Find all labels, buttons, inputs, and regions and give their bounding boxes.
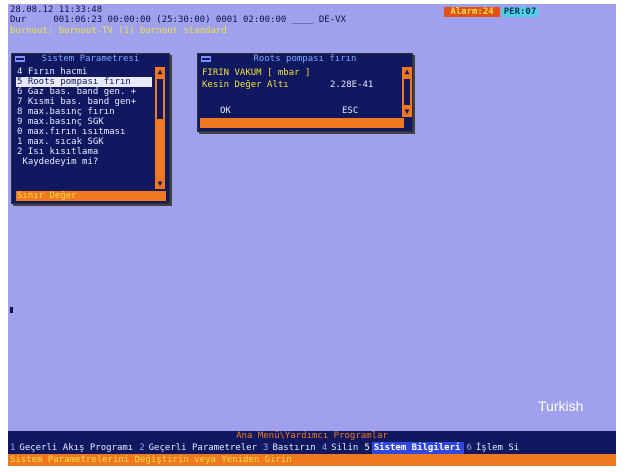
list-item[interactable]: 8 max.basınç fırın [16, 107, 152, 117]
per-badge: PER:07 [502, 7, 538, 17]
status-program: burnout: burnout-TV (1) burnout standard [10, 26, 227, 36]
scroll-up-arrow-icon[interactable]: ▲ [155, 67, 165, 77]
fkey-number: 4 [319, 442, 330, 454]
fkey-delete[interactable]: 4 Silin [319, 442, 363, 454]
menu-title: Ana Menü\Yardımcı Programlar [8, 431, 616, 442]
parameter-list[interactable]: 4 Fırın hacmi 5 Roots pompası fırın 6 Ga… [16, 67, 152, 167]
scrollbar-thumb[interactable] [157, 79, 163, 119]
fkey-number: 5 [362, 442, 372, 454]
ok-button[interactable]: OK [220, 106, 231, 116]
limit-value-bar[interactable]: Sınır Değer [16, 191, 166, 201]
fkey-number: 3 [261, 442, 271, 454]
scrollbar-thumb[interactable] [404, 79, 410, 105]
fkey-label: İşlem Si [473, 442, 524, 454]
fkey-system-info[interactable]: 5 Sistem Bilgileri [362, 442, 465, 454]
list-item[interactable]: 4 Fırın hacmi [16, 67, 152, 77]
save-prompt-item[interactable]: Kaydedeyim mi? [16, 157, 152, 167]
scroll-down-arrow-icon[interactable]: ▼ [402, 107, 412, 117]
text-cursor [10, 307, 13, 313]
alarm-badge[interactable]: Alarm:24 [444, 7, 500, 17]
fkey-label: Bastırın [270, 442, 320, 454]
list-item[interactable]: 7 Kısmi bas. band gen+ [16, 97, 152, 107]
roots-dialog-title: Roots pompası fırın [253, 54, 357, 64]
vacuum-unit-label: FIRIN VAKUM [ mbar ] [202, 68, 311, 78]
status-timers: Dur 001:06:23 00:00:00 (25:30:00) 0001 0… [10, 15, 346, 25]
roots-dialog-status-bar [200, 118, 404, 128]
list-item[interactable]: 6 Gaz bas. band gen. + [16, 87, 152, 97]
list-item[interactable]: 1 max. sıcak SGK [16, 137, 152, 147]
list-item-selected[interactable]: 5 Roots pompası fırın [16, 77, 152, 87]
window-menu-icon-bar [16, 58, 24, 60]
fkey-label: Sistem Bilgileri [371, 442, 465, 454]
list-item[interactable]: 9 max.basınç SGK [16, 117, 152, 127]
list-item[interactable]: 0 max.fırın ısıtması [16, 127, 152, 137]
lower-limit-value-field[interactable]: 2.28E-41 [330, 80, 373, 90]
fkey-current-parameters[interactable]: 2 Geçerli Parametreler [137, 442, 262, 454]
fkey-label: Silin [329, 442, 363, 454]
roots-pump-dialog: Roots pompası fırın FIRIN VAKUM [ mbar ]… [197, 53, 413, 132]
system-parameter-window: Sistem Parametresi 4 Fırın hacmi 5 Roots… [11, 53, 170, 204]
fkey-number: 6 [464, 442, 474, 454]
scroll-up-arrow-icon[interactable]: ▲ [402, 67, 412, 77]
function-key-bar: 1 Geçerli Akış Programı 2 Geçerli Parame… [8, 442, 616, 454]
fkey-print[interactable]: 3 Bastırın [261, 442, 320, 454]
fkey-label: Geçerli Parametreler [146, 442, 262, 454]
esc-button[interactable]: ESC [342, 106, 358, 116]
roots-dialog-title-bar: Roots pompası fırın [198, 54, 412, 65]
lower-limit-label: Kesin Değer Altı [202, 80, 289, 90]
fkey-process[interactable]: 6 İşlem Si [464, 442, 524, 454]
fkey-label: Geçerli Akış Programı [17, 442, 138, 454]
language-overlay-label: Turkish [538, 398, 584, 414]
terminal-screen: 28.08.12 11:33:48 Dur 001:06:23 00:00:00… [8, 4, 616, 466]
list-item[interactable]: 2 Isı kısıtlama [16, 147, 152, 157]
scroll-down-arrow-icon[interactable]: ▼ [155, 179, 165, 189]
fkey-number: 2 [137, 442, 147, 454]
fkey-number: 1 [8, 442, 18, 454]
system-parameter-title: Sistem Parametresi [41, 54, 140, 64]
status-datetime: 28.08.12 11:33:48 [10, 5, 103, 15]
window-menu-icon-bar [202, 58, 210, 60]
status-hint: Sistem Parametrelerini Değiştirin veya Y… [8, 454, 616, 466]
system-parameter-title-bar: Sistem Parametresi [12, 54, 169, 65]
fkey-current-flow-program[interactable]: 1 Geçerli Akış Programı [8, 442, 138, 454]
